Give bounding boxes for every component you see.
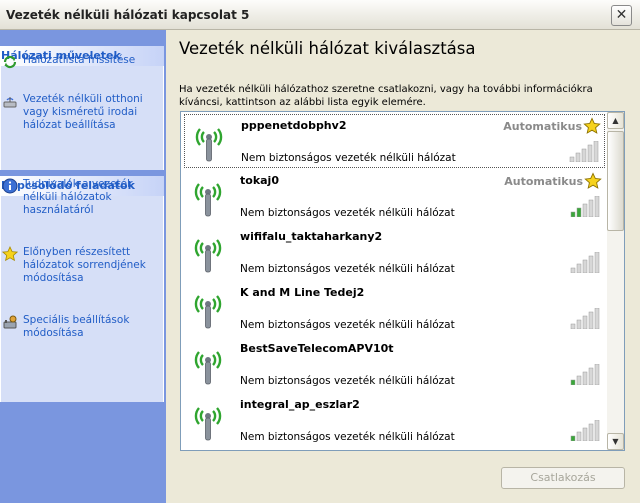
title-bar: Vezeték nélküli hálózati kapcsolat 5 ✕ <box>0 0 640 30</box>
network-tasks-group: Hálózati műveletek Hálózatlista frissíté… <box>0 46 164 170</box>
network-security-status: Nem biztonságos vezeték nélküli hálózat <box>241 152 456 164</box>
info-icon <box>2 178 18 194</box>
network-security-status: Nem biztonságos vezeték nélküli hálózat <box>240 375 455 387</box>
network-name: K and M Line Tedej2 <box>240 286 365 299</box>
network-item[interactable]: pppenetdobphv2 Nem biztonságos vezeték né… <box>184 114 605 168</box>
scroll-down-button[interactable]: ▼ <box>607 433 624 450</box>
scroll-up-button[interactable]: ▲ <box>607 112 624 129</box>
advanced-settings-label: Speciális beállítások módosítása <box>23 314 130 339</box>
network-security-status: Nem biztonságos vezeték nélküli hálózat <box>240 431 455 443</box>
network-security-status: Nem biztonságos vezeték nélküli hálózat <box>240 207 455 219</box>
network-name: wififalu_taktaharkany2 <box>240 230 383 243</box>
wireless-antenna-icon <box>194 295 222 329</box>
signal-strength-icon <box>570 364 600 385</box>
task-pane: Hálózati műveletek Hálózatlista frissíté… <box>0 30 166 503</box>
wireless-antenna-icon <box>194 351 222 385</box>
network-name: integral_ap_eszlar2 <box>240 398 360 411</box>
scroll-thumb[interactable] <box>607 131 624 231</box>
connect-button[interactable]: Csatlakozás <box>501 467 625 489</box>
learn-about-wireless-link[interactable]: Tudnivalók a vezeték nélküli hálózatok h… <box>1 178 163 217</box>
wireless-antenna-icon <box>194 183 222 217</box>
signal-strength-icon <box>570 252 600 273</box>
learn-about-wireless-label: Tudnivalók a vezeték nélküli hálózatok h… <box>23 178 134 216</box>
network-security-status: Nem biztonságos vezeték nélküli hálózat <box>240 319 455 331</box>
close-icon: ✕ <box>615 7 628 23</box>
page-title: Vezeték nélküli hálózat kiválasztása <box>179 39 476 58</box>
refresh-network-list-label: Hálózatlista frissítése <box>23 54 136 66</box>
network-item[interactable]: wififalu_taktaharkany2 Nem biztonságos ve… <box>184 226 605 280</box>
wireless-setup-icon <box>3 97 17 108</box>
change-preferred-order-label: Előnyben részesített hálózatok sorrendjé… <box>23 246 146 284</box>
settings-icon <box>3 315 17 329</box>
network-name: tokaj0 <box>240 174 279 187</box>
related-tasks-group: Kapcsolódó feladatok Tudnivalók a vezeté… <box>0 176 164 402</box>
network-security-status: Nem biztonságos vezeték nélküli hálózat <box>240 263 455 275</box>
network-item[interactable]: BestSaveTelecomAPV10t Nem biztonságos vez… <box>184 338 605 392</box>
signal-strength-icon <box>570 420 600 441</box>
signal-strength-icon <box>570 196 600 217</box>
refresh-icon <box>3 55 17 69</box>
network-item[interactable]: K and M Line Tedej2 Nem biztonságos vezet… <box>184 282 605 336</box>
automatic-connect-label: Automatikus <box>504 175 583 188</box>
instruction-text: Ha vezeték nélküli hálózathoz szeretne c… <box>179 84 593 108</box>
wireless-antenna-icon <box>194 407 222 441</box>
main-content: Vezeték nélküli hálózat kiválasztása Ha … <box>166 30 640 503</box>
network-name: BestSaveTelecomAPV10t <box>240 342 394 355</box>
automatic-connect-label: Automatikus <box>503 120 582 133</box>
refresh-network-list-link[interactable]: Hálózatlista frissítése <box>1 54 136 69</box>
signal-strength-icon <box>569 141 599 162</box>
star-icon <box>2 246 18 262</box>
setup-home-network-label: Vezeték nélküli otthoni vagy kisméretű i… <box>23 93 143 131</box>
advanced-settings-link[interactable]: Speciális beállítások módosítása <box>1 314 163 340</box>
preferred-star-icon <box>584 172 602 189</box>
close-button[interactable]: ✕ <box>611 5 632 26</box>
window-title: Vezeték nélküli hálózati kapcsolat 5 <box>6 8 250 22</box>
vertical-scrollbar[interactable]: ▲ ▼ <box>607 112 624 450</box>
signal-strength-icon <box>570 308 600 329</box>
network-item[interactable]: integral_ap_eszlar2 Nem biztonságos vezet… <box>184 394 605 448</box>
network-item[interactable]: tokaj0 Nem biztonságos vezeték nélküli há… <box>184 170 605 224</box>
network-name: pppenetdobphv2 <box>241 119 347 132</box>
change-preferred-order-link[interactable]: Előnyben részesített hálózatok sorrendjé… <box>1 246 163 285</box>
wireless-antenna-icon <box>194 239 222 273</box>
preferred-star-icon <box>583 117 601 134</box>
wireless-antenna-icon <box>195 128 223 162</box>
setup-home-network-link[interactable]: Vezeték nélküli otthoni vagy kisméretű i… <box>1 93 163 132</box>
network-list[interactable]: pppenetdobphv2 Nem biztonságos vezeték né… <box>180 111 625 451</box>
